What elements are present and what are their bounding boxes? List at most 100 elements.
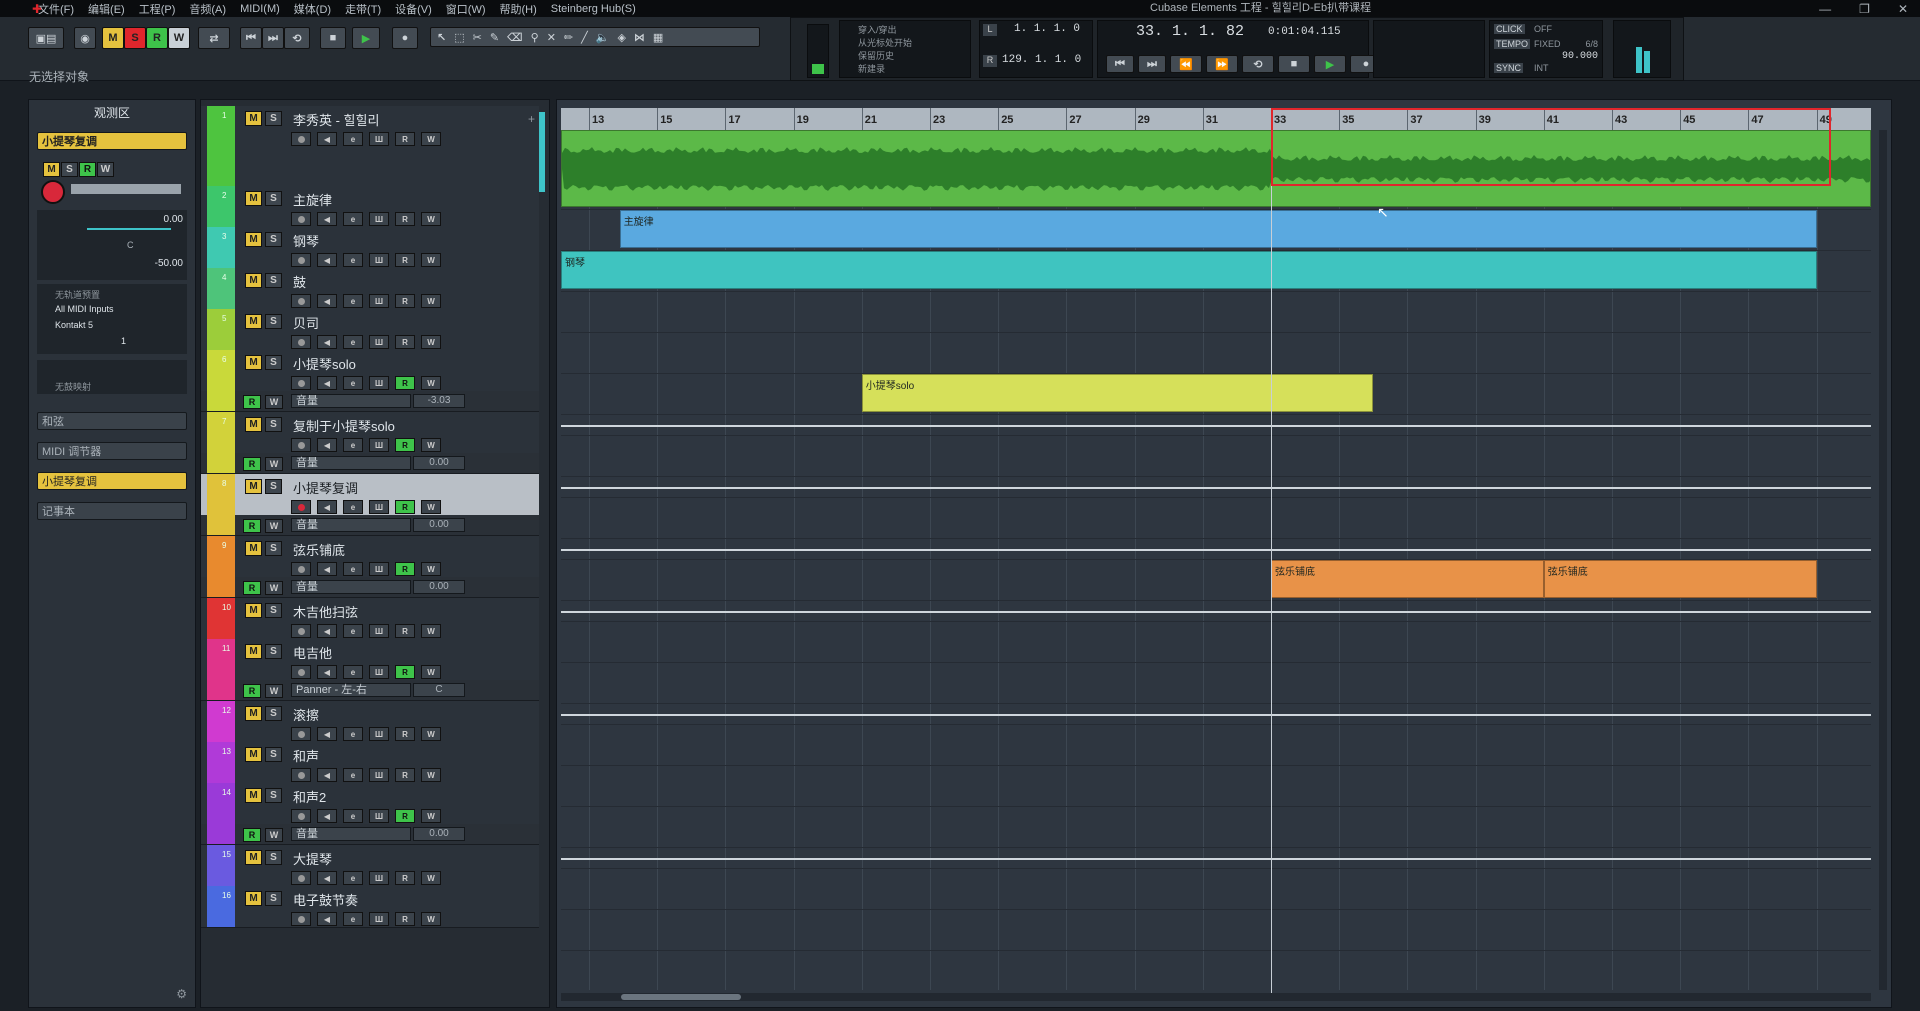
track-mute-button[interactable]: M — [245, 355, 262, 370]
automation-write-button[interactable]: W — [265, 457, 283, 471]
monitor-bar[interactable] — [71, 184, 181, 194]
track-lane[interactable] — [561, 909, 1871, 951]
settings-gear-icon[interactable]: ⚙ — [176, 987, 187, 1001]
track-solo-button[interactable]: S — [265, 891, 282, 906]
track-name[interactable]: 大提琴 — [293, 849, 332, 868]
track-lane[interactable] — [561, 291, 1871, 333]
start-from-cursor-label[interactable]: 从光标处开始 — [858, 36, 912, 49]
automation-value[interactable]: 0.00 — [413, 580, 465, 594]
automation-parameter[interactable]: 音量 — [291, 518, 411, 532]
track-mute-button[interactable]: M — [245, 891, 262, 906]
pan-value[interactable]: C — [127, 240, 134, 250]
monitor-icon[interactable]: ◀ — [317, 212, 337, 226]
monitor-icon[interactable]: ◀ — [317, 871, 337, 885]
menu-media[interactable]: 媒体(D) — [294, 1, 331, 17]
write-automation-button[interactable]: W — [421, 912, 441, 926]
record-enable-icon[interactable] — [41, 180, 65, 204]
midi-part-strings-1[interactable]: 弦乐铺底 — [1271, 560, 1544, 598]
section-track-channel[interactable]: 小提琴复调 — [37, 472, 187, 490]
track-color-strip[interactable] — [207, 350, 235, 391]
lanes-icon[interactable]: Ш — [369, 132, 389, 146]
track-solo-button[interactable]: S — [265, 417, 282, 432]
record-enable-icon[interactable] — [291, 871, 311, 885]
automation-line[interactable] — [561, 610, 1871, 613]
read-automation-button[interactable]: R — [395, 624, 415, 638]
automation-read-button[interactable]: R — [243, 457, 261, 471]
track-row[interactable]: 15 M S 大提琴 ◀ e Ш R W — [201, 845, 539, 887]
edit-icon[interactable]: e — [343, 294, 363, 308]
go-start-icon[interactable]: ⏮ — [240, 27, 262, 49]
automation-line[interactable] — [561, 548, 1871, 551]
lanes-icon[interactable]: Ш — [369, 809, 389, 823]
close-icon[interactable]: ✕ — [1898, 2, 1908, 16]
inspector-read-button[interactable]: R — [79, 162, 96, 177]
minimize-icon[interactable]: — — [1819, 2, 1831, 16]
track-solo-button[interactable]: S — [265, 850, 282, 865]
keep-history-label[interactable]: 保留历史 — [858, 49, 894, 62]
edit-icon[interactable]: e — [343, 253, 363, 267]
record-enable-icon[interactable] — [291, 727, 311, 741]
write-automation-button[interactable]: W — [421, 376, 441, 390]
record-enable-icon[interactable] — [291, 253, 311, 267]
track-color-strip[interactable] — [207, 474, 235, 515]
automation-line[interactable] — [561, 857, 1871, 860]
right-locator-icon[interactable]: R — [983, 55, 997, 67]
menu-help[interactable]: 帮助(H) — [500, 1, 537, 17]
midi-channel-value[interactable]: 1 — [121, 336, 126, 346]
lanes-icon[interactable]: Ш — [369, 438, 389, 452]
midi-part-melody[interactable]: 主旋律 — [619, 210, 1817, 248]
track-color-strip[interactable] — [207, 268, 235, 309]
monitor-icon[interactable]: ◀ — [317, 294, 337, 308]
track-row[interactable]: 7 M S 复制于小提琴solo ◀ e Ш R W — [201, 412, 539, 454]
track-color-strip[interactable] — [207, 309, 235, 350]
write-automation-button[interactable]: W — [421, 871, 441, 885]
playhead-cursor[interactable] — [1271, 108, 1272, 998]
color-icon[interactable]: ◈ — [617, 31, 625, 44]
track-color-strip[interactable] — [207, 639, 235, 680]
automation-write-button[interactable]: W — [265, 581, 283, 595]
write-button[interactable]: W — [168, 27, 190, 49]
track-name[interactable]: 和声 — [293, 746, 319, 765]
inspector-write-button[interactable]: W — [97, 162, 114, 177]
monitor-icon[interactable]: ◀ — [317, 562, 337, 576]
track-name[interactable]: 复制于小提琴solo — [293, 416, 395, 435]
track-color-strip[interactable] — [207, 412, 235, 453]
track-name[interactable]: 滚擦 — [293, 705, 319, 724]
cycle-transport-icon[interactable]: ⟲ — [1242, 55, 1274, 73]
monitor-icon[interactable]: ◀ — [317, 132, 337, 146]
track-mute-button[interactable]: M — [245, 788, 262, 803]
lanes-icon[interactable]: Ш — [369, 665, 389, 679]
track-row[interactable]: 3 M S 钢琴 ◀ e Ш R W — [201, 227, 539, 269]
track-solo-button[interactable]: S — [265, 232, 282, 247]
track-mute-button[interactable]: M — [245, 111, 262, 126]
draw-icon[interactable]: ✏ — [564, 31, 573, 44]
record-enable-icon[interactable] — [291, 768, 311, 782]
forward-icon[interactable]: ⏩ — [1206, 55, 1238, 73]
track-name[interactable]: 弦乐铺底 — [293, 540, 345, 559]
track-solo-button[interactable]: S — [265, 706, 282, 721]
monitor-icon[interactable]: ◀ — [317, 665, 337, 679]
record-enable-icon[interactable] — [291, 562, 311, 576]
monitor-icon[interactable]: ◀ — [317, 912, 337, 926]
write-automation-button[interactable]: W — [421, 132, 441, 146]
read-automation-button[interactable]: R — [395, 132, 415, 146]
track-name[interactable]: 木吉他扫弦 — [293, 602, 358, 621]
record-enable-icon[interactable] — [291, 624, 311, 638]
automation-lane[interactable]: R W Panner - 左-右 C — [201, 680, 539, 701]
track-name[interactable]: 李秀英 - 힐힐리 — [293, 110, 379, 129]
record-enable-icon[interactable] — [291, 809, 311, 823]
read-automation-button[interactable]: R — [395, 500, 415, 514]
lanes-icon[interactable]: Ш — [369, 871, 389, 885]
track-color-strip[interactable] — [207, 186, 235, 227]
automation-lane[interactable]: R W 音量 0.00 — [201, 515, 539, 536]
track-solo-button[interactable]: S — [265, 747, 282, 762]
track-solo-button[interactable]: S — [265, 788, 282, 803]
automation-lane[interactable]: R W 音量 0.00 — [201, 577, 539, 598]
mute-tool-icon[interactable]: ✕ — [547, 31, 556, 44]
edit-icon[interactable]: e — [343, 132, 363, 146]
go-end-icon[interactable]: ⏭ — [262, 27, 284, 49]
write-automation-button[interactable]: W — [421, 624, 441, 638]
track-name[interactable]: 钢琴 — [293, 231, 319, 250]
tempo-label[interactable]: TEMPO — [1494, 39, 1531, 49]
track-row[interactable]: 13 M S 和声 ◀ e Ш R W — [201, 742, 539, 784]
